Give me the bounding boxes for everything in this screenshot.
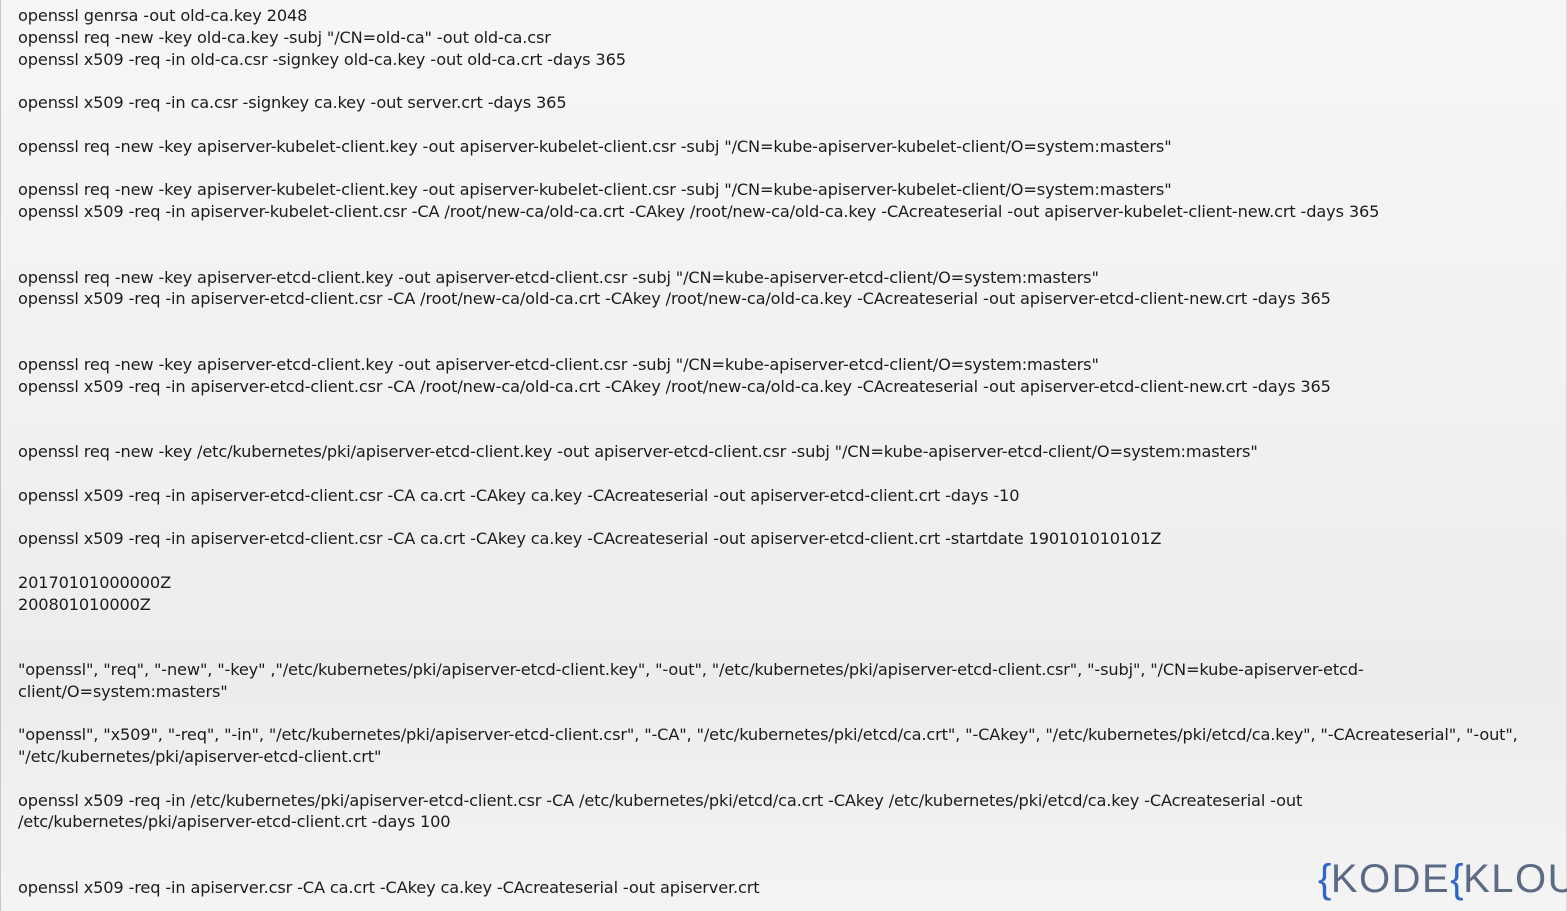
command-line: openssl x509 -req -in ca.csr -signkey ca… [18, 93, 567, 113]
command-line: openssl x509 -req -in apiserver-etcd-cli… [18, 485, 1020, 505]
command-line: openssl x509 -req -in apiserver-etcd-cli… [18, 376, 1331, 396]
kodekloud-logo: {KODE{KLOUD [1318, 856, 1567, 906]
command-line: openssl x509 -req -in /etc/kubernetes/pk… [18, 790, 1303, 810]
command-line: openssl x509 -req -in apiserver-kubelet-… [18, 202, 1380, 222]
command-line: client/O=system:masters" [18, 681, 228, 701]
kodekloud-logo-graphic: {KODE{KLOUD [1318, 857, 1567, 901]
command-line: openssl req -new -key old-ca.key -subj "… [18, 27, 551, 47]
command-line: /etc/kubernetes/pki/apiserver-etcd-clien… [18, 812, 451, 832]
left-border [0, 0, 1, 911]
svg-text:{KODE{KLOUD: {KODE{KLOUD [1318, 857, 1567, 901]
command-line: openssl req -new -key /etc/kubernetes/pk… [18, 441, 1258, 461]
command-line: openssl x509 -req -in apiserver-etcd-cli… [18, 289, 1331, 309]
command-line: openssl x509 -req -in apiserver.csr -CA … [18, 877, 760, 897]
command-line: openssl req -new -key apiserver-kubelet-… [18, 136, 1172, 156]
command-line: openssl genrsa -out old-ca.key 2048 [18, 6, 308, 25]
command-line: 200801010000Z [18, 594, 151, 614]
command-notes: openssl genrsa -out old-ca.key 2048 opens… [18, 5, 1538, 899]
command-line: openssl req -new -key apiserver-kubelet-… [18, 180, 1172, 200]
command-line: "openssl", "x509", "-req", "-in", "/etc/… [18, 725, 1518, 745]
command-line: openssl req -new -key apiserver-etcd-cli… [18, 267, 1099, 287]
command-line: openssl x509 -req -in apiserver-etcd-cli… [18, 529, 1162, 549]
command-line: 20170101000000Z [18, 572, 172, 592]
command-line: "/etc/kubernetes/pki/apiserver-etcd-clie… [18, 747, 382, 767]
command-line: openssl x509 -req -in old-ca.csr -signke… [18, 49, 626, 69]
command-line: "openssl", "req", "-new", "-key" ,"/etc/… [18, 659, 1364, 679]
command-line: openssl req -new -key apiserver-etcd-cli… [18, 354, 1099, 374]
